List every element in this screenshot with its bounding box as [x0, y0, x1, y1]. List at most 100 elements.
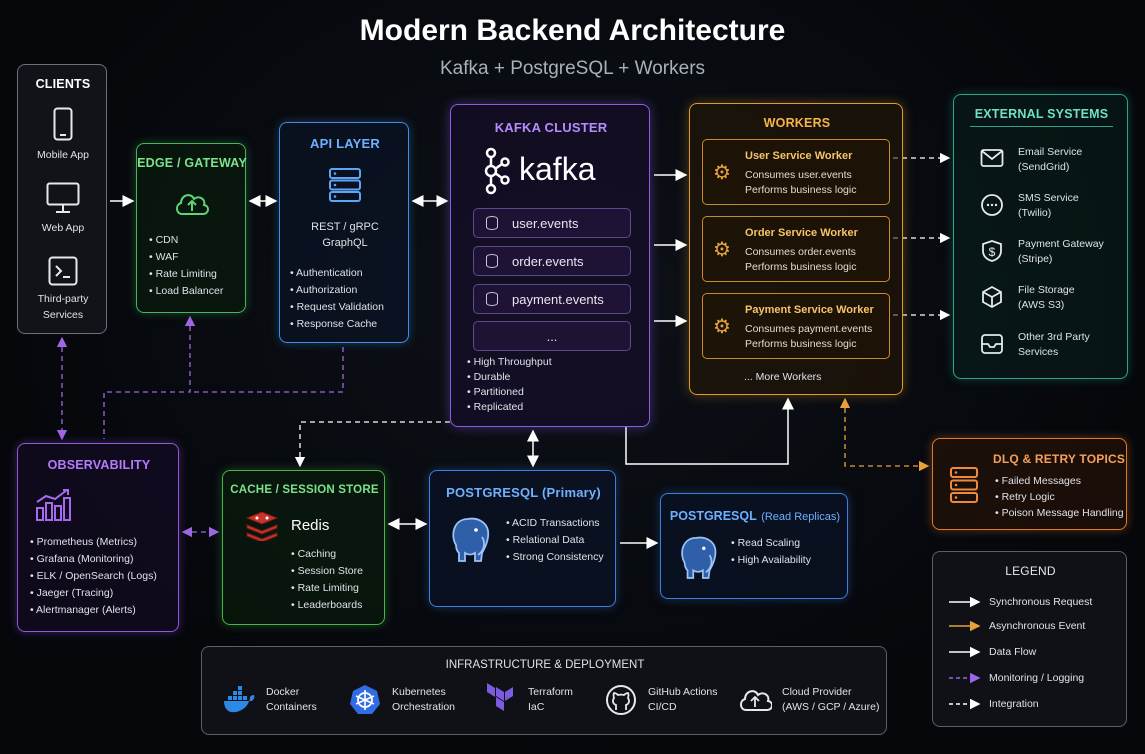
observability-title: OBSERVABILITY — [47, 458, 151, 472]
kafka-logo-text: kafka — [519, 151, 596, 187]
terminal-icon — [48, 256, 78, 286]
gateway-item: Rate Limiting — [149, 266, 223, 283]
infra-kubernetes-label: Kubernetes Orchestration — [392, 686, 456, 713]
infra-terraform-label: Terraform IaC — [528, 686, 573, 713]
kafka-item: Replicated — [467, 400, 552, 415]
dlq-item: Poison Message Handling — [995, 505, 1124, 521]
gear-icon: ⚙ — [713, 162, 731, 184]
worker-user: ⚙ User Service Worker Consumes user.even… — [702, 139, 890, 205]
cache-item: Caching — [291, 546, 363, 563]
clients-title: CLIENTS — [35, 77, 91, 91]
external-divider — [970, 126, 1113, 127]
chart-icon — [36, 489, 71, 521]
infra-cloud-label: Cloud Provider (AWS / GCP / Azure) — [782, 686, 880, 713]
cache-title: CACHE / SESSION STORE — [230, 484, 379, 496]
kubernetes-icon — [350, 685, 380, 714]
clients-web-label: Web App — [41, 222, 85, 234]
api-list: Authentication Authorization Request Val… — [290, 265, 384, 333]
legend-swatches — [949, 596, 981, 710]
cache-item: Rate Limiting — [291, 580, 363, 597]
observability-item: Grafana (Monitoring) — [30, 551, 157, 568]
observability-item: Alertmanager (Alerts) — [30, 602, 157, 619]
gateway-item: Load Balancer — [149, 283, 224, 300]
server-stack-icon — [950, 467, 978, 503]
postgres-primary-list: ACID Transactions Relational Data Strong… — [506, 515, 604, 566]
legend-label: Integration — [989, 698, 1039, 710]
database-icon — [486, 292, 498, 306]
workers-box: WORKERS ⚙ User Service Worker Consumes u… — [689, 103, 903, 395]
cache-item: Session Store — [291, 563, 363, 580]
api-item: Authentication — [290, 265, 384, 282]
chat-icon — [981, 194, 1003, 216]
external-payment: Payment Gateway (Stripe) — [1018, 238, 1104, 265]
redis-icon — [245, 511, 279, 541]
postgres-primary-item: Strong Consistency — [506, 549, 604, 566]
postgres-primary-box: POSTGRESQL (Primary) ACID Transactions R… — [429, 470, 616, 607]
gear-icon: ⚙ — [713, 316, 731, 338]
workers-title: WORKERS — [763, 116, 831, 130]
diagram-subtitle: Kafka + PostgreSQL + Workers — [439, 58, 706, 79]
kafka-topic-payment: payment.events — [473, 284, 631, 314]
kafka-item: Partitioned — [467, 385, 552, 400]
gateway-item: WAF — [149, 249, 223, 266]
legend-label: Asynchronous Event — [989, 620, 1086, 632]
arrow-kafka-workers-return — [625, 397, 794, 465]
cache-item: Leaderboards — [291, 597, 363, 614]
cloud-icon — [740, 690, 772, 711]
tray-icon — [981, 334, 1003, 354]
dollar-icon: $ — [982, 240, 1002, 262]
postgres-replicas-title: POSTGRESQL (Read Replicas) — [669, 509, 841, 523]
postgres-replicas-list: Read Scaling High Availability — [731, 535, 811, 569]
api-item: Request Validation — [290, 299, 384, 316]
legend-box: LEGEND Synchronous Request Asynchronous … — [932, 551, 1127, 727]
postgres-replicas-item: Read Scaling — [731, 535, 811, 552]
svg-text:$: $ — [989, 245, 996, 259]
postgres-replicas-item: High Availability — [731, 552, 811, 569]
infrastructure-title: INFRASTRUCTURE & DEPLOYMENT — [445, 659, 645, 671]
infrastructure-box: INFRASTRUCTURE & DEPLOYMENT Docker Contai… — [201, 646, 887, 735]
diagram-title: Modern Backend Architecture — [359, 14, 786, 47]
terraform-icon — [487, 683, 513, 711]
external-title: EXTERNAL SYSTEMS — [974, 107, 1109, 121]
cache-list: Caching Session Store Rate Limiting Lead… — [291, 546, 363, 614]
worker-payment: ⚙ Payment Service Worker Consumes paymen… — [702, 293, 890, 359]
api-title: API LAYER — [310, 136, 380, 151]
database-icon — [486, 216, 498, 230]
clients-third-party-label: Third-party — [37, 293, 89, 305]
observability-list: Prometheus (Metrics) Grafana (Monitoring… — [30, 534, 157, 619]
external-other: Other 3rd Party Services — [1018, 331, 1090, 358]
external-sms: SMS Service (Twilio) — [1018, 192, 1079, 219]
dlq-box: DLQ & RETRY TOPICS Failed Messages Retry… — [932, 438, 1127, 530]
gateway-title: EDGE / GATEWAY — [137, 156, 247, 170]
integration-kafka-cache — [294, 421, 450, 468]
postgres-primary-title: POSTGRESQL (Primary) — [446, 485, 601, 500]
box-icon — [982, 285, 1002, 309]
cloud-upload-icon — [176, 194, 209, 215]
postgres-primary-item: Relational Data — [506, 532, 604, 549]
observability-item: ELK / OpenSearch (Logs) — [30, 568, 157, 585]
postgres-replicas-box: POSTGRESQL (Read Replicas) Read Scaling … — [660, 493, 848, 599]
kafka-topic-order: order.events — [473, 246, 631, 276]
external-email: Email Service (SendGrid) — [1018, 146, 1083, 173]
postgres-primary-item: ACID Transactions — [506, 515, 604, 532]
api-protocol-rest: REST / gRPC — [311, 221, 379, 233]
elephant-icon — [452, 517, 490, 562]
external-storage: File Storage (AWS S3) — [1018, 284, 1075, 311]
legend-title: LEGEND — [1005, 564, 1056, 578]
worker-desc: Consumes user.events Performs business lo… — [745, 169, 857, 196]
server-icon — [329, 168, 361, 202]
clients-box: CLIENTS Mobile App Web App Third-party S… — [17, 64, 107, 334]
observability-box: OBSERVABILITY Prometheus (Metrics) Grafa… — [17, 443, 179, 632]
worker-name: User Service Worker — [745, 150, 853, 162]
legend-label: Synchronous Request — [989, 596, 1093, 608]
kafka-list: High Throughput Durable Partitioned Repl… — [467, 355, 552, 415]
worker-name: Payment Service Worker — [745, 304, 874, 316]
external-box: EXTERNAL SYSTEMS Email Service (SendGrid)… — [953, 94, 1128, 379]
gateway-list: CDN WAF Rate Limiting Load Balancer — [149, 232, 224, 300]
legend-label: Monitoring / Logging — [989, 672, 1085, 684]
async-workers-dlq — [839, 397, 930, 472]
mobile-icon — [53, 107, 73, 141]
gear-icon: ⚙ — [713, 239, 731, 261]
envelope-icon — [980, 149, 1004, 167]
worker-desc: Consumes payment.events Performs business… — [745, 323, 873, 350]
